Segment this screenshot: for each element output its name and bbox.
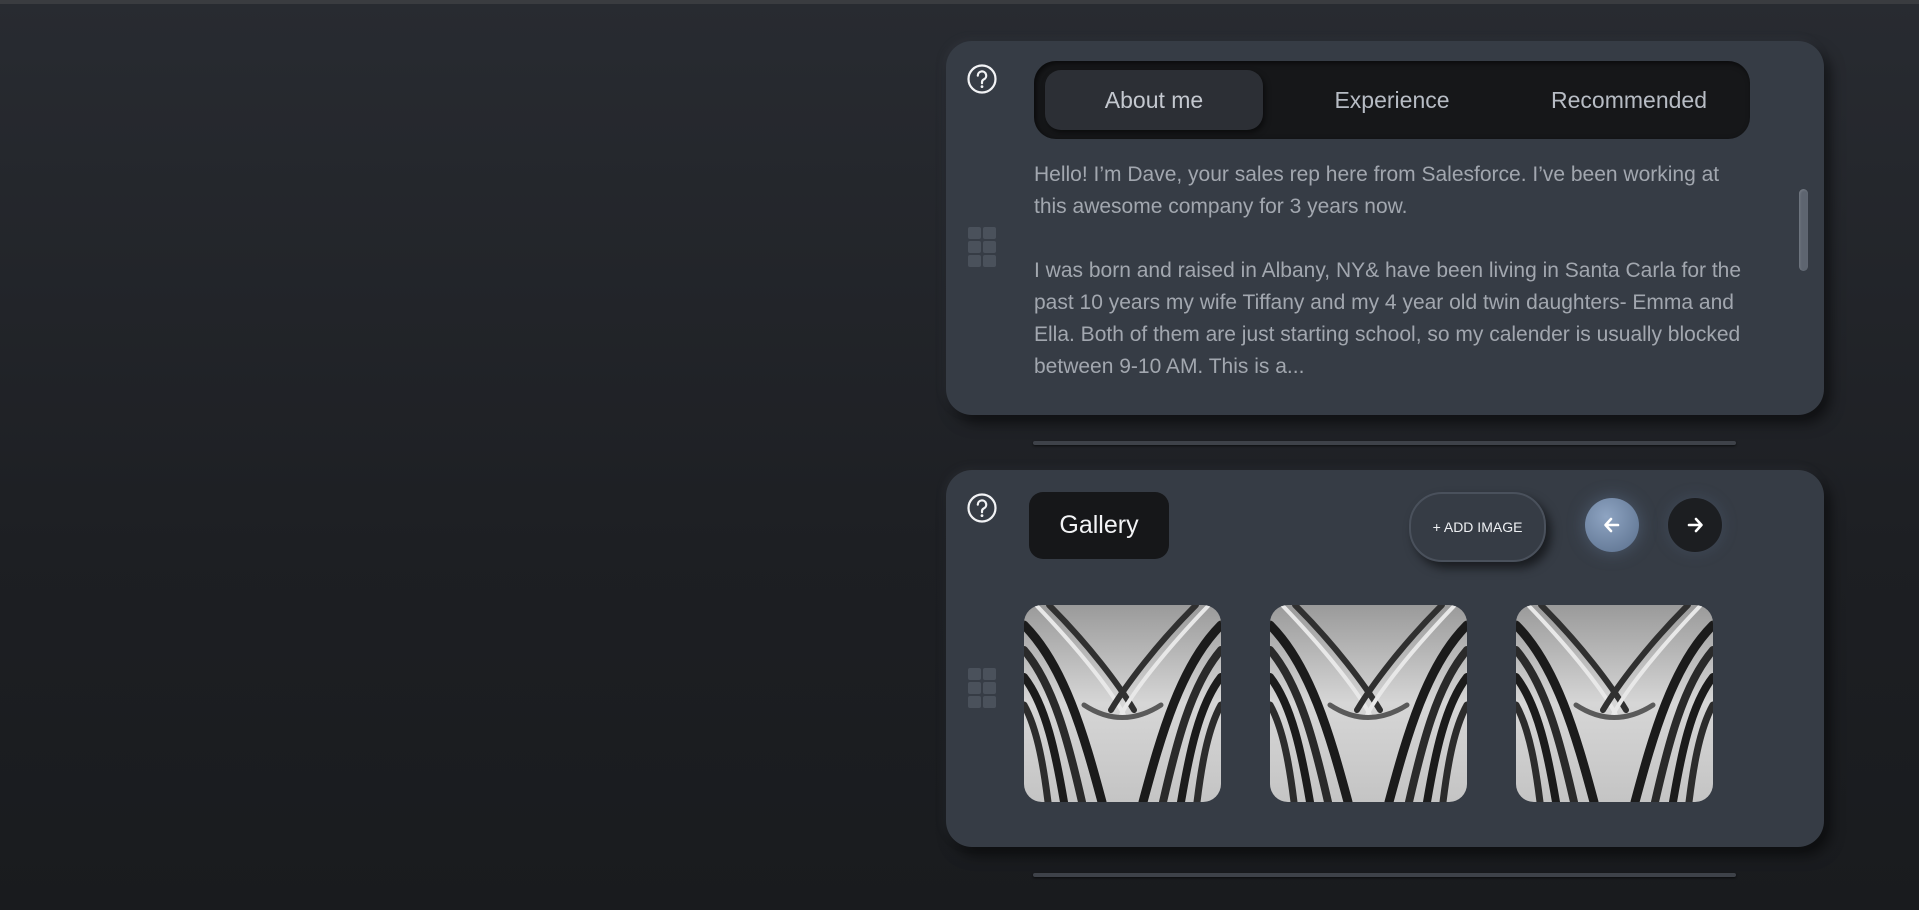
add-image-button[interactable]: + ADD IMAGE — [1409, 492, 1546, 562]
gallery-image[interactable] — [1270, 605, 1467, 802]
tab-recommended[interactable]: Recommended — [1520, 70, 1738, 130]
next-button[interactable] — [1668, 498, 1722, 552]
top-border — [0, 0, 1919, 4]
arrow-right-icon — [1687, 517, 1703, 533]
about-paragraph: I was born and raised in Albany, NY& hav… — [1034, 259, 1742, 378]
tab-about-me[interactable]: About me — [1045, 70, 1263, 130]
divider — [1033, 441, 1736, 445]
about-paragraph: Hello! I’m Dave, your sales rep here fro… — [1034, 163, 1720, 218]
question-circle-icon[interactable] — [966, 63, 998, 95]
tab-experience[interactable]: Experience — [1283, 70, 1501, 130]
tab-bar: About me Experience Recommended — [1034, 61, 1750, 139]
divider — [1033, 873, 1736, 877]
scrollbar-thumb[interactable] — [1799, 189, 1808, 271]
previous-button[interactable] — [1585, 498, 1639, 552]
gallery-image[interactable] — [1516, 605, 1713, 802]
about-text: Hello! I’m Dave, your sales rep here fro… — [1034, 159, 1754, 383]
about-card: About me Experience Recommended Hello! I… — [946, 41, 1824, 415]
gallery-card: Gallery + ADD IMAGE — [946, 470, 1824, 847]
question-circle-icon[interactable] — [966, 492, 998, 524]
arrow-left-icon — [1604, 517, 1620, 533]
gallery-title: Gallery — [1029, 492, 1169, 559]
grid-handle-icon[interactable] — [968, 227, 996, 267]
gallery-image[interactable] — [1024, 605, 1221, 802]
grid-handle-icon[interactable] — [968, 668, 996, 708]
